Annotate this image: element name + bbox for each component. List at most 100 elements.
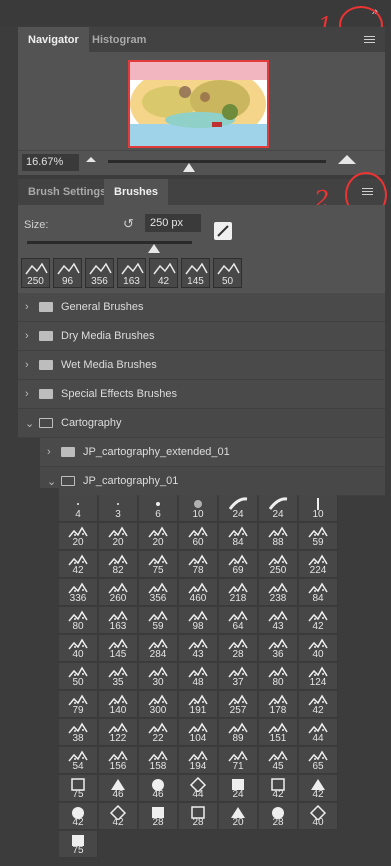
recent-brush[interactable]: 42: [149, 258, 178, 288]
brush-preset[interactable]: 224: [299, 551, 338, 578]
size-slider-track[interactable]: [27, 241, 192, 244]
size-slider-thumb[interactable]: [148, 244, 160, 253]
brush-preset[interactable]: 191: [179, 691, 218, 718]
brush-preset[interactable]: 89: [219, 719, 258, 746]
brush-preset[interactable]: 178: [259, 691, 298, 718]
zoom-out-icon[interactable]: [86, 157, 96, 162]
brush-preset[interactable]: 24: [219, 775, 258, 802]
reset-size-icon[interactable]: ↺: [123, 216, 134, 232]
brush-preset[interactable]: 37: [219, 663, 258, 690]
brush-preset[interactable]: 356: [139, 579, 178, 606]
brush-preset[interactable]: 42: [299, 691, 338, 718]
brush-preset[interactable]: 42: [59, 803, 98, 830]
folder-row[interactable]: › Dry Media Brushes: [18, 322, 385, 351]
brush-preset[interactable]: 156: [99, 747, 138, 774]
brush-preset[interactable]: 300: [139, 691, 178, 718]
navigator-thumbnail[interactable]: [128, 60, 269, 148]
brush-preset[interactable]: 10: [299, 495, 338, 522]
brush-preset[interactable]: 30: [139, 663, 178, 690]
folder-row[interactable]: › General Brushes: [18, 293, 385, 322]
brush-preset[interactable]: 28: [179, 803, 218, 830]
brush-preset[interactable]: 6: [139, 495, 178, 522]
tab-navigator[interactable]: Navigator: [18, 27, 89, 52]
brush-preset[interactable]: 64: [219, 607, 258, 634]
brush-preset[interactable]: 42: [299, 775, 338, 802]
folder-row[interactable]: › Wet Media Brushes: [18, 351, 385, 380]
chevron-right-icon[interactable]: ›: [47, 446, 51, 458]
brush-preset[interactable]: 28: [259, 803, 298, 830]
chevron-right-icon[interactable]: ›: [25, 388, 29, 400]
brush-preset[interactable]: 46: [99, 775, 138, 802]
brush-preset[interactable]: 80: [59, 607, 98, 634]
recent-brush[interactable]: 356: [85, 258, 114, 288]
brush-preset[interactable]: 28: [219, 635, 258, 662]
brush-preset[interactable]: 84: [299, 579, 338, 606]
brush-preset[interactable]: 145: [99, 635, 138, 662]
brush-preset[interactable]: 10: [179, 495, 218, 522]
brush-preset[interactable]: 218: [219, 579, 258, 606]
brush-preset[interactable]: 257: [219, 691, 258, 718]
brush-preset[interactable]: 20: [219, 803, 258, 830]
brush-preset[interactable]: 40: [299, 803, 338, 830]
brush-preset[interactable]: 59: [299, 523, 338, 550]
brush-preset[interactable]: 42: [59, 551, 98, 578]
brush-preset[interactable]: 194: [179, 747, 218, 774]
brush-preset[interactable]: 75: [59, 831, 98, 858]
brush-preset[interactable]: 124: [299, 663, 338, 690]
brush-preset[interactable]: 20: [139, 523, 178, 550]
size-input[interactable]: 250 px: [145, 214, 201, 232]
zoom-slider-track[interactable]: [108, 160, 326, 163]
brush-preset[interactable]: 122: [99, 719, 138, 746]
brush-preset[interactable]: 78: [179, 551, 218, 578]
brush-preset[interactable]: 3: [99, 495, 138, 522]
brush-preset[interactable]: 336: [59, 579, 98, 606]
brush-preset[interactable]: 75: [139, 551, 178, 578]
tab-histogram[interactable]: Histogram: [82, 27, 156, 52]
folder-row[interactable]: › JP_cartography_extended_01: [40, 438, 385, 467]
brush-preset[interactable]: 28: [139, 803, 178, 830]
chevron-right-icon[interactable]: ›: [25, 301, 29, 313]
brush-preset[interactable]: 45: [259, 747, 298, 774]
brush-preset[interactable]: 75: [59, 775, 98, 802]
recent-brush[interactable]: 145: [181, 258, 210, 288]
brush-preset[interactable]: 65: [299, 747, 338, 774]
brush-preset[interactable]: 460: [179, 579, 218, 606]
brush-preset[interactable]: 80: [259, 663, 298, 690]
zoom-in-icon[interactable]: [338, 155, 356, 164]
brush-preset[interactable]: 84: [219, 523, 258, 550]
brush-preset[interactable]: 24: [219, 495, 258, 522]
brush-preset[interactable]: 88: [259, 523, 298, 550]
brush-preset[interactable]: 54: [59, 747, 98, 774]
brush-preset[interactable]: 36: [259, 635, 298, 662]
brush-preset[interactable]: 44: [179, 775, 218, 802]
brush-preset[interactable]: 42: [99, 803, 138, 830]
folder-row[interactable]: › Special Effects Brushes: [18, 380, 385, 409]
folder-row[interactable]: ⌄ Cartography: [18, 409, 385, 438]
chevron-right-icon[interactable]: ›: [25, 330, 29, 342]
brush-preset[interactable]: 158: [139, 747, 178, 774]
brush-preset[interactable]: 163: [99, 607, 138, 634]
brush-preset[interactable]: 4: [59, 495, 98, 522]
brush-preset[interactable]: 20: [59, 523, 98, 550]
brush-preset[interactable]: 35: [99, 663, 138, 690]
brush-preset[interactable]: 250: [259, 551, 298, 578]
recent-brush[interactable]: 96: [53, 258, 82, 288]
brush-preset[interactable]: 40: [59, 635, 98, 662]
brush-preset[interactable]: 59: [139, 607, 178, 634]
create-brush-icon[interactable]: [214, 222, 232, 240]
brush-preset[interactable]: 44: [299, 719, 338, 746]
zoom-value-field[interactable]: 16.67%: [22, 154, 79, 171]
brush-preset[interactable]: 24: [259, 495, 298, 522]
brush-preset[interactable]: 40: [299, 635, 338, 662]
brush-preset[interactable]: 20: [99, 523, 138, 550]
brush-preset[interactable]: 284: [139, 635, 178, 662]
brush-preset[interactable]: 42: [259, 775, 298, 802]
brush-preset[interactable]: 38: [59, 719, 98, 746]
brush-preset[interactable]: 50: [59, 663, 98, 690]
recent-brush[interactable]: 50: [213, 258, 242, 288]
brush-preset[interactable]: 71: [219, 747, 258, 774]
brush-preset[interactable]: 22: [139, 719, 178, 746]
brush-preset[interactable]: 46: [139, 775, 178, 802]
recent-brush[interactable]: 250: [21, 258, 50, 288]
brush-preset[interactable]: 60: [179, 523, 218, 550]
